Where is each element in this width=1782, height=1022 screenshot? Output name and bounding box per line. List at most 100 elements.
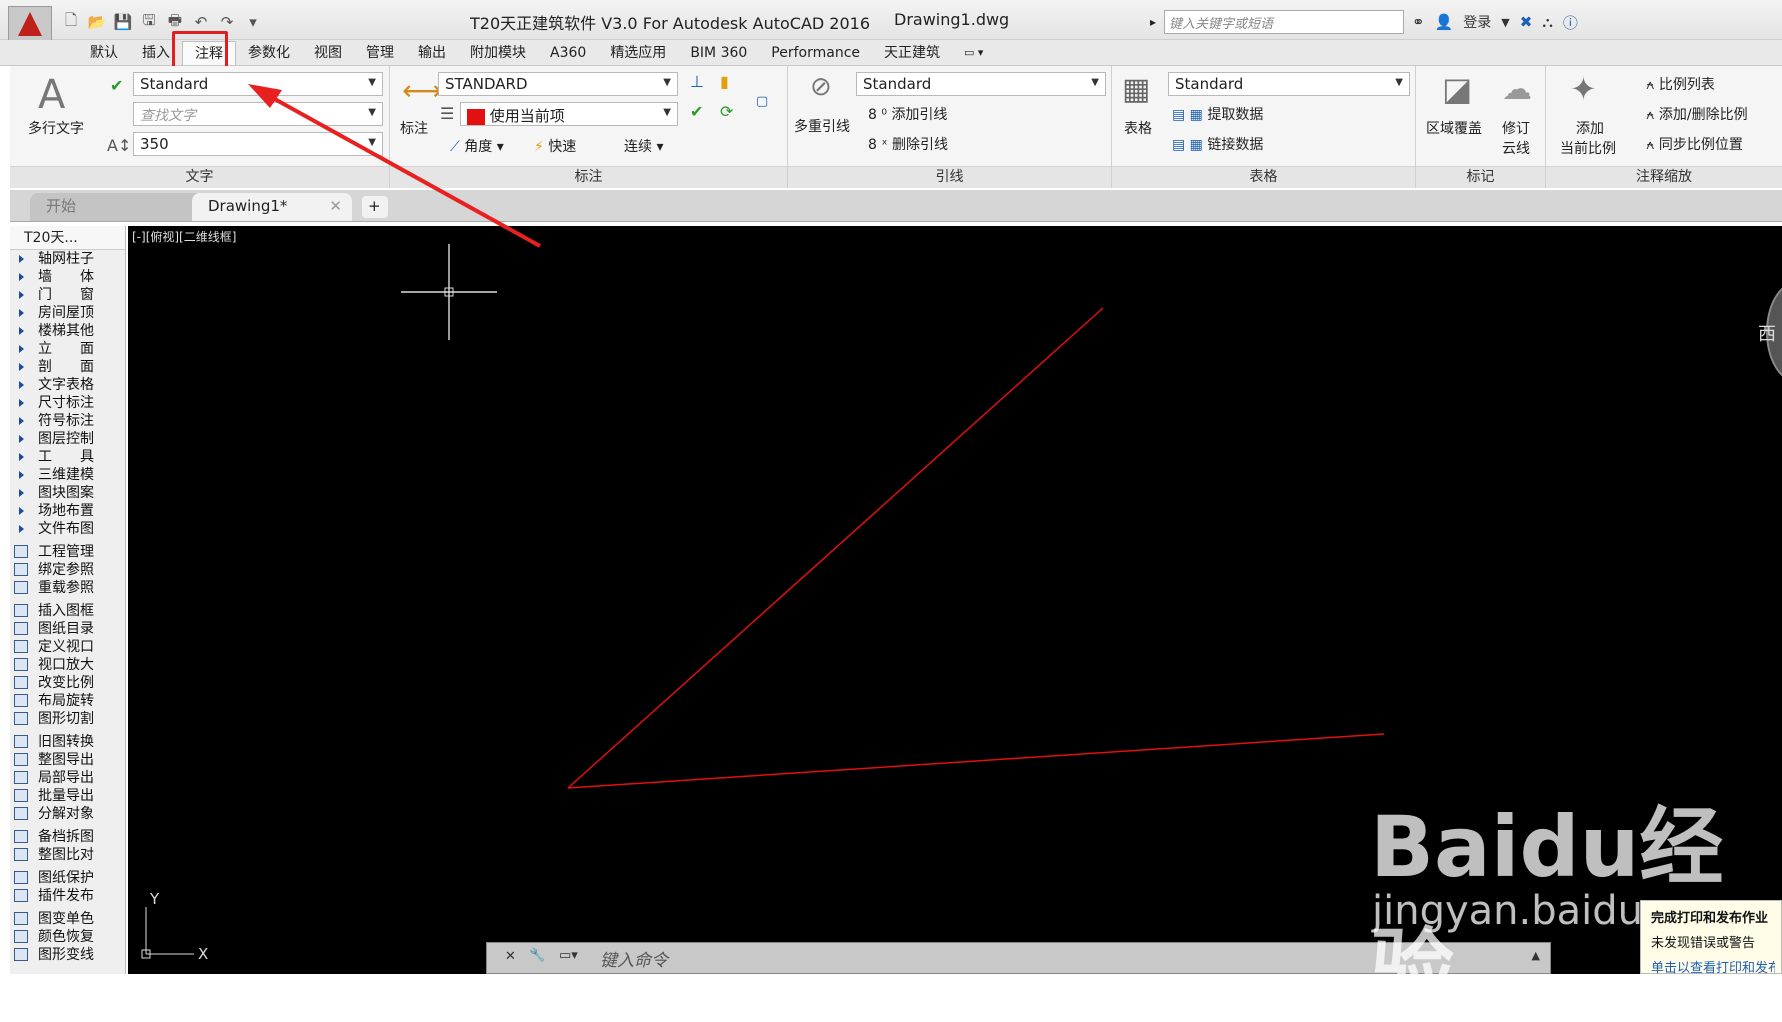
palette-tree-item[interactable]: 尺寸标注: [10, 394, 125, 412]
palette-command-item[interactable]: 图形切割: [10, 710, 125, 728]
ribbon-options-icon[interactable]: ▭ ▾: [952, 41, 995, 65]
dim-break-icon[interactable]: ▮: [720, 72, 729, 91]
revcloud-icon[interactable]: ☁: [1502, 72, 1532, 107]
palette-tree-item[interactable]: 立 面: [10, 340, 125, 358]
palette-command-item[interactable]: 局部导出: [10, 769, 125, 787]
ribbon-tab-10[interactable]: BIM 360: [678, 41, 759, 65]
ribbon-tab-11[interactable]: Performance: [759, 41, 872, 65]
a360-icon[interactable]: ⛬: [1542, 13, 1553, 31]
undo-icon[interactable]: ↶: [190, 12, 212, 32]
table-button[interactable]: 表格: [1124, 118, 1152, 138]
mtext-icon[interactable]: A: [38, 72, 65, 118]
link-data-button[interactable]: ▤ ▦ 链接数据: [1172, 134, 1263, 154]
palette-command-item[interactable]: 图纸目录: [10, 620, 125, 638]
palette-tree-item[interactable]: 图块图案: [10, 484, 125, 502]
search-input[interactable]: 键入关键字或短语: [1164, 10, 1405, 34]
dim-extra-icon[interactable]: ▢: [756, 94, 768, 109]
red-line-2[interactable]: [567, 733, 1385, 789]
palette-command-item[interactable]: 图变单色: [10, 910, 125, 928]
palette-tree-item[interactable]: 三维建模: [10, 466, 125, 484]
multileader-icon[interactable]: ⊘: [810, 72, 832, 102]
palette-command-item[interactable]: 布局旋转: [10, 692, 125, 710]
add-remove-scale-button[interactable]: ⍲ 添加/删除比例: [1646, 104, 1748, 124]
revcloud-line1[interactable]: 修订: [1502, 118, 1530, 138]
new-file-icon[interactable]: 🗋: [60, 11, 82, 32]
redo-icon[interactable]: ↷: [216, 12, 238, 32]
palette-command-item[interactable]: 视口放大: [10, 656, 125, 674]
ribbon-tab-4[interactable]: 视图: [302, 41, 354, 65]
ribbon-tab-3[interactable]: 参数化: [236, 41, 302, 65]
start-tab[interactable]: 开始: [30, 193, 202, 221]
save-icon[interactable]: 💾: [112, 12, 134, 32]
multileader-button[interactable]: 多重引线: [794, 116, 850, 136]
viewport-controls[interactable]: [-][俯视][二维线框]: [132, 228, 236, 245]
wrench-icon[interactable]: 🔧: [529, 948, 545, 963]
find-text-input[interactable]: 查找文字: [133, 102, 383, 126]
text-height-select[interactable]: 350: [133, 132, 383, 156]
palette-command-item[interactable]: 图纸保护: [10, 869, 125, 887]
ribbon-tab-5[interactable]: 管理: [354, 41, 406, 65]
sync-scale-button[interactable]: ⍲ 同步比例位置: [1646, 134, 1743, 154]
palette-tree-item[interactable]: 门 窗: [10, 286, 125, 304]
dim-tool-icon[interactable]: ⊥: [690, 72, 704, 91]
palette-tree-item[interactable]: 轴网柱子: [10, 250, 125, 268]
palette-tree-item[interactable]: 图层控制: [10, 430, 125, 448]
ribbon-tab-8[interactable]: A360: [538, 41, 598, 65]
palette-tree-item[interactable]: 文字表格: [10, 376, 125, 394]
palette-command-item[interactable]: 定义视口: [10, 638, 125, 656]
revcloud-line2[interactable]: 云线: [1502, 138, 1530, 158]
palette-command-item[interactable]: 整图比对: [10, 846, 125, 864]
continue-dim-button[interactable]: 连续 ▾: [624, 136, 663, 156]
palette-command-item[interactable]: 插入图框: [10, 602, 125, 620]
ribbon-tab-0[interactable]: 默认: [78, 41, 130, 65]
wipeout-button[interactable]: 区域覆盖: [1426, 118, 1482, 138]
add-leader-button[interactable]: 8 ⁰ 添加引线: [868, 104, 947, 124]
open-file-icon[interactable]: 📂: [86, 12, 108, 32]
extract-data-button[interactable]: ▤ ▦ 提取数据: [1172, 104, 1263, 124]
login-dropdown-icon[interactable]: ▼: [1501, 16, 1509, 29]
quick-dim-button[interactable]: ⚡ 快速: [534, 136, 576, 156]
search-expand-icon[interactable]: ▸: [1150, 15, 1156, 29]
application-menu-button[interactable]: [8, 6, 52, 42]
leader-style-select[interactable]: Standard: [856, 72, 1106, 96]
palette-tree-item[interactable]: 楼梯其他: [10, 322, 125, 340]
ribbon-tab-12[interactable]: 天正建筑: [872, 41, 952, 65]
help-icon[interactable]: ⓘ: [1563, 12, 1578, 33]
palette-tree-item[interactable]: 文件布图: [10, 520, 125, 538]
binoculars-icon[interactable]: ⚭: [1412, 13, 1425, 31]
scaling-panel-title[interactable]: 注释缩放: [1546, 166, 1782, 188]
palette-command-item[interactable]: 工程管理: [10, 543, 125, 561]
palette-command-item[interactable]: 分解对象: [10, 805, 125, 823]
palette-tree-item[interactable]: 工 具: [10, 448, 125, 466]
user-icon[interactable]: 👤: [1435, 13, 1454, 31]
palette-command-item[interactable]: 整图导出: [10, 751, 125, 769]
notification-link[interactable]: 单击以查看打印和发布详细信息: [1651, 957, 1775, 976]
palette-tree-item[interactable]: 剖 面: [10, 358, 125, 376]
wipeout-icon[interactable]: ◪: [1442, 70, 1472, 108]
remove-leader-button[interactable]: 8 ˣ 删除引线: [868, 134, 948, 154]
palette-command-item[interactable]: 重载参照: [10, 579, 125, 597]
dimension-button[interactable]: 标注: [400, 118, 428, 138]
text-style-select[interactable]: Standard: [133, 72, 383, 96]
palette-tree-item[interactable]: 房间屋顶: [10, 304, 125, 322]
plot-notification[interactable]: 完成打印和发布作业 未发现错误或警告 单击以查看打印和发布详细信息: [1640, 900, 1782, 976]
palette-command-item[interactable]: 旧图转换: [10, 733, 125, 751]
dim-style-select[interactable]: STANDARD: [438, 72, 678, 96]
palette-command-item[interactable]: 插件发布: [10, 887, 125, 905]
drawing-tab[interactable]: Drawing1* ✕: [192, 193, 352, 221]
prompt-icon[interactable]: ▭▾: [559, 948, 578, 963]
dim-layer-select[interactable]: 使用当前项: [460, 102, 678, 126]
palette-command-item[interactable]: 批量导出: [10, 787, 125, 805]
dim-update-icon[interactable]: ⟳: [720, 102, 733, 121]
new-tab-button[interactable]: +: [362, 196, 388, 218]
text-panel-title[interactable]: 文字: [10, 166, 389, 188]
ribbon-tab-9[interactable]: 精选应用: [598, 41, 678, 65]
login-button[interactable]: 登录: [1463, 12, 1491, 32]
palette-command-item[interactable]: 改变比例: [10, 674, 125, 692]
add-current-scale-line2[interactable]: 当前比例: [1560, 138, 1616, 158]
palette-command-item[interactable]: 颜色恢复: [10, 928, 125, 946]
command-input[interactable]: 键入命令: [600, 946, 668, 971]
add-scale-icon[interactable]: ✦: [1570, 70, 1597, 108]
add-current-scale-line1[interactable]: 添加: [1576, 118, 1604, 138]
ribbon-tab-6[interactable]: 输出: [406, 41, 458, 65]
